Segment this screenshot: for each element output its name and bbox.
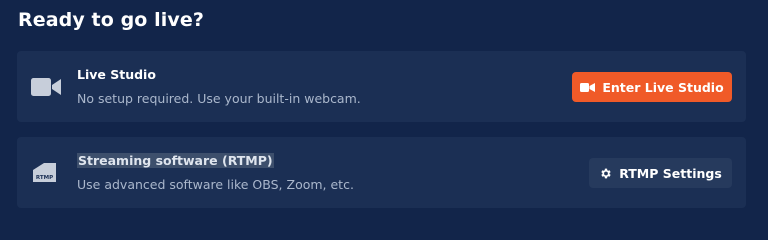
rtmp-settings-button[interactable]: RTMP Settings (589, 158, 732, 188)
page-title: Ready to go live? (18, 9, 204, 31)
camera-icon (580, 82, 596, 93)
rtmp-device-icon: RTMP (30, 161, 62, 185)
gear-icon (599, 167, 612, 180)
rtmp-description: Use advanced software like OBS, Zoom, et… (77, 177, 354, 192)
rtmp-settings-label: RTMP Settings (619, 165, 722, 181)
live-studio-description: No setup required. Use your built-in web… (77, 91, 361, 106)
video-camera-icon (30, 75, 62, 99)
rtmp-icon-label: RTMP (36, 175, 53, 181)
enter-live-studio-button[interactable]: Enter Live Studio (572, 72, 732, 102)
live-studio-title: Live Studio (77, 67, 156, 82)
live-studio-card: Live Studio No setup required. Use your … (17, 51, 746, 122)
rtmp-card: RTMP Streaming software (RTMP) Use advan… (17, 137, 746, 208)
enter-live-studio-label: Enter Live Studio (602, 79, 724, 95)
rtmp-title: Streaming software (RTMP) (77, 153, 274, 168)
rtmp-title-text: Streaming software (RTMP) (77, 153, 274, 168)
